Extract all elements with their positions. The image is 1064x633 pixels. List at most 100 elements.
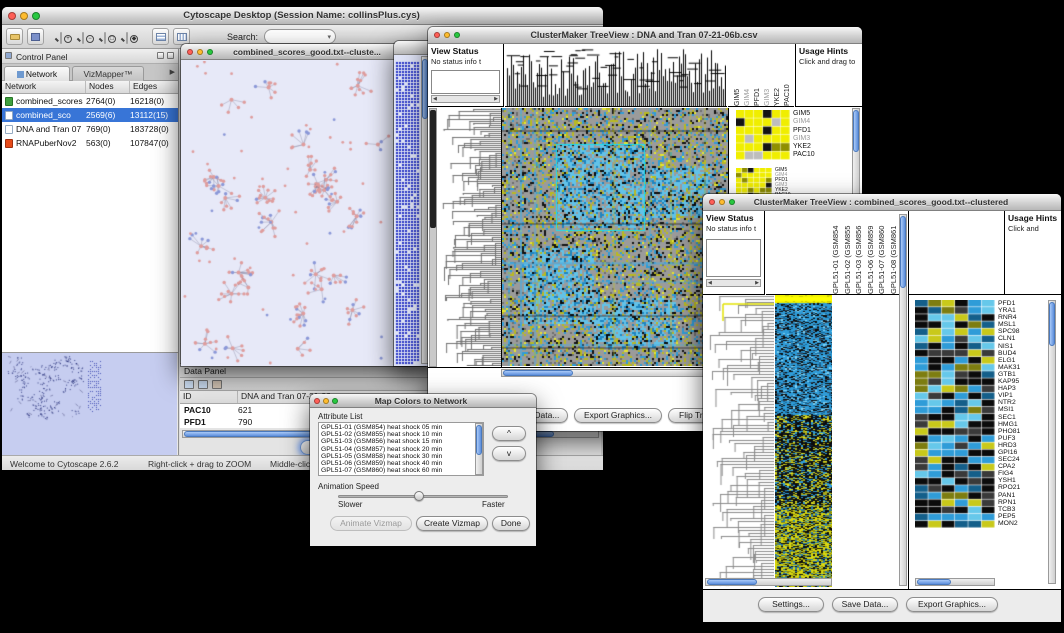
attribute-list-item[interactable]: GPL51-05 (GSM858) heat shock 30 min bbox=[321, 453, 481, 460]
attribute-list-vscrollbar[interactable] bbox=[475, 423, 483, 475]
attribute-list-item[interactable]: GPL51-01 (GSM854) heat shock 05 min bbox=[321, 424, 481, 431]
tv2-column-label[interactable]: GPL51-08 (GSM861 bbox=[889, 214, 900, 294]
row-dendrogram-canvas[interactable] bbox=[705, 295, 774, 587]
tv2-zoom-heatmap[interactable] bbox=[915, 300, 995, 528]
network-tree-area[interactable] bbox=[2, 150, 178, 352]
tv1-column-dendrogram[interactable] bbox=[505, 44, 727, 107]
tv1-row-dendrogram[interactable] bbox=[438, 108, 501, 367]
gene-label[interactable]: CPA2 bbox=[998, 463, 1038, 470]
tv2-column-label[interactable]: GPL51-03 (GSM856 bbox=[854, 214, 865, 294]
network-list-row[interactable]: DNA and Tran 07769(0)183728(0) bbox=[2, 122, 178, 136]
attribute-list-item[interactable]: GPL51-03 (GSM856) heat shock 15 min bbox=[321, 438, 481, 445]
dense-network-canvas[interactable] bbox=[395, 56, 421, 365]
gene-label[interactable]: VIP1 bbox=[998, 392, 1038, 399]
gene-label[interactable]: TCB3 bbox=[998, 506, 1038, 513]
gene-label[interactable]: NTR2 bbox=[998, 399, 1038, 406]
slider-thumb[interactable] bbox=[414, 491, 424, 501]
gene-label[interactable]: YSH1 bbox=[998, 477, 1038, 484]
window-controls[interactable] bbox=[2, 12, 46, 20]
close-icon[interactable] bbox=[187, 49, 193, 55]
tab-overflow-icon[interactable]: ▶ bbox=[170, 68, 175, 76]
dialog-done-button[interactable]: Done bbox=[492, 516, 530, 531]
move-up-button[interactable]: ^ bbox=[492, 426, 526, 441]
attribute-browser-icon[interactable] bbox=[173, 28, 190, 45]
window-controls[interactable] bbox=[181, 49, 219, 55]
close-icon[interactable] bbox=[8, 12, 16, 20]
zoom-window-icon[interactable] bbox=[207, 49, 213, 55]
minimize-icon[interactable] bbox=[20, 12, 28, 20]
gene-label[interactable]: HMG1 bbox=[998, 421, 1038, 428]
tv1-matrix-row-label[interactable]: PFD1 bbox=[793, 127, 815, 135]
gene-label[interactable]: RPO21 bbox=[998, 484, 1038, 491]
tv2-zoom-hscrollbar[interactable] bbox=[915, 578, 995, 586]
tab-network[interactable]: Network bbox=[4, 66, 70, 81]
dialog-animate-vizmap-button[interactable]: Animate Vizmap bbox=[330, 516, 412, 531]
close-icon[interactable] bbox=[434, 32, 440, 38]
window-controls[interactable] bbox=[310, 398, 342, 404]
gene-label[interactable]: PAN1 bbox=[998, 492, 1038, 499]
tv2-column-label[interactable]: GPL51-06 (GSM859 bbox=[866, 214, 877, 294]
network-canvas[interactable] bbox=[182, 61, 424, 365]
search-input[interactable]: ▾ bbox=[264, 29, 336, 44]
heatmap-canvas[interactable] bbox=[775, 295, 832, 587]
gene-label[interactable]: HAP3 bbox=[998, 385, 1038, 392]
network-list-row[interactable]: combined_sco2569(6)13112(15) bbox=[2, 108, 178, 122]
gene-label[interactable]: PFD1 bbox=[998, 300, 1038, 307]
gene-label[interactable]: ELG1 bbox=[998, 357, 1038, 364]
tv1-row-dendrogram-scrollbar[interactable] bbox=[429, 108, 437, 367]
network-list-row[interactable]: RNAPuberNov2563(0)107847(0) bbox=[2, 136, 178, 150]
gene-label[interactable]: SPC98 bbox=[998, 328, 1038, 335]
tv2-column-label[interactable]: GPL51-01 (GSM854 bbox=[831, 214, 842, 294]
gene-label[interactable]: MSI1 bbox=[998, 406, 1038, 413]
delete-attribute-icon[interactable] bbox=[212, 380, 222, 389]
tv1-matrix-row-label[interactable]: GIM5 bbox=[793, 110, 815, 118]
view-status-scrollbar[interactable]: ◀▶ bbox=[431, 95, 500, 103]
tv2-row-dendrogram[interactable] bbox=[705, 295, 774, 587]
tv1-heatmap-hscrollbar[interactable] bbox=[501, 369, 729, 377]
close-panel-icon[interactable] bbox=[167, 52, 174, 59]
tv2-zoom-vscrollbar[interactable] bbox=[1048, 300, 1056, 584]
gene-label[interactable]: SEC1 bbox=[998, 414, 1038, 421]
treeview2-titlebar[interactable]: ClusterMaker TreeView : combined_scores_… bbox=[703, 194, 1061, 211]
tv1-matrix-row-label[interactable]: GIM3 bbox=[793, 135, 815, 143]
move-down-button[interactable]: v bbox=[492, 446, 526, 461]
zoom-heatmap-canvas[interactable] bbox=[915, 300, 995, 528]
gene-label[interactable]: RNR4 bbox=[998, 314, 1038, 321]
gene-label[interactable]: NIS1 bbox=[998, 343, 1038, 350]
attribute-list-item[interactable]: GPL51-02 (GSM855) heat shock 10 min bbox=[321, 431, 481, 438]
open-session-icon[interactable] bbox=[6, 28, 23, 45]
gene-label[interactable]: GPI16 bbox=[998, 449, 1038, 456]
minimize-icon[interactable] bbox=[719, 199, 725, 205]
treeview1-titlebar[interactable]: ClusterMaker TreeView : DNA and Tran 07-… bbox=[428, 27, 862, 44]
minimize-icon[interactable] bbox=[444, 32, 450, 38]
network-overview-canvas[interactable] bbox=[2, 353, 177, 455]
network-list-row[interactable]: combined_scores2764(0)16218(0) bbox=[2, 94, 178, 108]
scroll-left-icon[interactable]: ◀ bbox=[433, 96, 437, 102]
tv2-column-label[interactable]: GPL51-07 (GSM860 bbox=[877, 214, 888, 294]
gene-label[interactable]: SEC24 bbox=[998, 456, 1038, 463]
window-controls[interactable] bbox=[428, 32, 466, 38]
zoom-in-icon[interactable]: + bbox=[60, 32, 62, 44]
tab-vizmapper[interactable]: VizMapper™ bbox=[72, 66, 144, 81]
row-dendrogram-canvas[interactable] bbox=[438, 108, 501, 366]
attribute-list[interactable]: GPL51-01 (GSM854) heat shock 05 minGPL51… bbox=[318, 422, 484, 476]
create-attribute-icon[interactable] bbox=[198, 380, 208, 389]
heatmap-canvas[interactable] bbox=[502, 108, 728, 366]
network-view-titlebar[interactable]: combined_scores_good.txt--cluste... bbox=[181, 44, 425, 60]
tv2-column-label[interactable]: GPL51-02 (GSM855 bbox=[843, 214, 854, 294]
gene-label[interactable]: HRD3 bbox=[998, 442, 1038, 449]
zoom-matrix-canvas[interactable] bbox=[736, 110, 790, 160]
zoom-window-icon[interactable] bbox=[32, 12, 40, 20]
scroll-right-icon[interactable]: ▶ bbox=[494, 96, 498, 102]
tv1-matrix-row-label[interactable]: PAC10 bbox=[793, 151, 815, 159]
main-titlebar[interactable]: Cytoscape Desktop (Session Name: collins… bbox=[2, 7, 603, 25]
scroll-right-icon[interactable]: ▶ bbox=[755, 280, 759, 286]
attribute-list-item[interactable]: GPL51-04 (GSM857) heat shock 20 min bbox=[321, 446, 481, 453]
tv2-save-data-button[interactable]: Save Data... bbox=[832, 597, 898, 612]
tv2-global-vscrollbar[interactable] bbox=[899, 214, 907, 586]
attribute-list-item[interactable]: GPL51-06 (GSM859) heat shock 40 min bbox=[321, 460, 481, 467]
zoom-window-icon[interactable] bbox=[729, 199, 735, 205]
gene-label[interactable]: BUD4 bbox=[998, 350, 1038, 357]
gene-label[interactable]: PUF3 bbox=[998, 435, 1038, 442]
zoom-window-icon[interactable] bbox=[454, 32, 460, 38]
